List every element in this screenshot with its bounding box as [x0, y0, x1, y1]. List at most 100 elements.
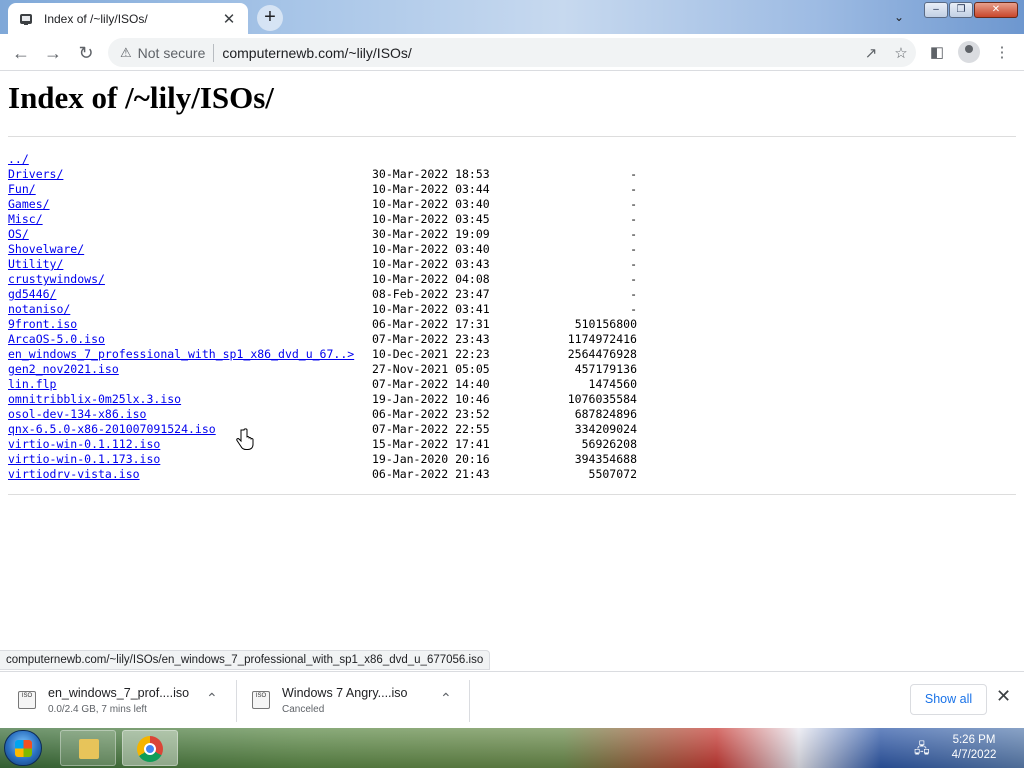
taskbar-chrome-button[interactable] [122, 730, 178, 766]
system-clock[interactable]: 5:26 PM 4/7/2022 [944, 733, 1004, 763]
download-shelf: ISO en_windows_7_prof....iso 0.0/2.4 GB,… [0, 671, 1024, 728]
directory-listing: ../ Drivers/30-Mar-2022 18:53 - Fun/10-Mar… [8, 152, 637, 482]
chevron-up-icon[interactable]: ⌃ [440, 690, 452, 707]
entry-date: 06-Mar-2022 21:43 [372, 467, 490, 481]
entry-link[interactable]: gd5446/ [8, 287, 56, 301]
entry-link[interactable]: lin.flp [8, 377, 56, 391]
top-divider [8, 136, 1016, 137]
tab-close-icon[interactable]: ✕ [220, 10, 238, 28]
download-item[interactable]: ISO Windows 7 Angry....iso Canceled ⌃ [252, 678, 462, 722]
parent-directory-link[interactable]: ../ [8, 152, 29, 166]
entry-link[interactable]: Utility/ [8, 257, 63, 271]
clock-time: 5:26 PM [952, 734, 996, 746]
entry-size: 457179136 [574, 362, 637, 376]
address-bar[interactable]: ⚠ Not secure computernewb.com/~lily/ISOs… [108, 38, 916, 67]
restore-button[interactable]: ❐ [949, 2, 973, 18]
table-row: OS/30-Mar-2022 19:09 - [8, 227, 637, 242]
table-row: qnx-6.5.0-x86-201007091524.iso 07-Mar-202… [8, 422, 637, 437]
entry-link[interactable]: Drivers/ [8, 167, 63, 181]
entry-link[interactable]: qnx-6.5.0-x86-201007091524.iso [8, 422, 216, 436]
entry-date: 10-Mar-2022 04:08 [372, 272, 490, 286]
entry-date: 10-Mar-2022 03:40 [372, 197, 490, 211]
show-all-button[interactable]: Show all [910, 684, 987, 715]
close-icon[interactable]: ✕ [996, 686, 1011, 707]
back-arrow-icon[interactable]: ← [8, 40, 34, 66]
table-row: Drivers/30-Mar-2022 18:53 - [8, 167, 637, 182]
forward-arrow-icon[interactable]: → [40, 40, 66, 66]
windows-taskbar [0, 728, 1024, 768]
entry-date: 19-Jan-2020 20:16 [372, 452, 490, 466]
minimize-button[interactable]: – [924, 2, 948, 18]
page-title: Index of /~lily/ISOs/ [8, 80, 274, 115]
entry-link[interactable]: virtio-win-0.1.173.iso [8, 452, 160, 466]
entry-size: 5507072 [588, 467, 637, 481]
download-status: 0.0/2.4 GB, 7 mins left [48, 703, 147, 715]
reload-icon[interactable]: ↻ [73, 40, 99, 66]
chevron-up-icon[interactable]: ⌃ [206, 690, 218, 707]
taskbar-explorer-button[interactable] [60, 730, 116, 766]
browser-title-bar: Index of /~lily/ISOs/ ✕ + ⌄ – ❐ ✕ [0, 0, 1024, 34]
share-icon[interactable]: ↗ [856, 44, 886, 62]
entry-size: - [630, 167, 637, 181]
menu-kebab-icon[interactable]: ⋮ [989, 40, 1015, 66]
entry-link[interactable]: OS/ [8, 227, 29, 241]
security-label[interactable]: Not secure [138, 45, 206, 61]
entry-date: 06-Mar-2022 17:31 [372, 317, 490, 331]
entry-link[interactable]: Fun/ [8, 182, 36, 196]
entry-link[interactable]: omnitribblix-0m25lx.3.iso [8, 392, 181, 406]
entry-link[interactable]: ArcaOS-5.0.iso [8, 332, 105, 346]
entry-size: - [630, 242, 637, 256]
table-row: ArcaOS-5.0.iso 07-Mar-2022 23:43 117497241… [8, 332, 637, 347]
entry-size: - [630, 272, 637, 286]
window-close-button[interactable]: ✕ [974, 2, 1018, 18]
entry-date: 30-Mar-2022 19:09 [372, 227, 490, 241]
entry-size: 1474560 [588, 377, 637, 391]
windows-start-icon[interactable] [4, 730, 42, 766]
entry-link[interactable]: virtio-win-0.1.112.iso [8, 437, 160, 451]
star-icon[interactable]: ☆ [886, 44, 916, 62]
table-row: en_windows_7_professional_with_sp1_x86_d… [8, 347, 637, 362]
entry-link[interactable]: Games/ [8, 197, 50, 211]
entry-size: 687824896 [574, 407, 637, 421]
table-row: virtio-win-0.1.112.iso 15-Mar-2022 17:41 5… [8, 437, 637, 452]
entry-date: 10-Mar-2022 03:41 [372, 302, 490, 316]
entry-link[interactable]: Misc/ [8, 212, 43, 226]
download-divider [236, 680, 237, 722]
browser-tab-active[interactable]: Index of /~lily/ISOs/ ✕ [8, 3, 248, 34]
entry-size: 1076035584 [567, 392, 637, 406]
new-tab-button[interactable]: + [257, 5, 283, 31]
profile-icon[interactable] [958, 41, 980, 63]
entry-link[interactable]: 9front.iso [8, 317, 77, 331]
entry-size: - [630, 287, 637, 301]
clock-date: 4/7/2022 [951, 749, 997, 761]
entry-link[interactable]: virtiodrv-vista.iso [8, 467, 140, 481]
entry-date: 10-Mar-2022 03:40 [372, 242, 490, 256]
table-row: lin.flp 07-Mar-2022 14:40 1474560 [8, 377, 637, 392]
side-panel-icon[interactable]: ◧ [924, 40, 950, 66]
bottom-divider [8, 494, 1016, 495]
omnibox-divider [213, 43, 215, 62]
entry-link[interactable]: en_windows_7_professional_with_sp1_x86_d… [8, 347, 354, 361]
page-content: Index of /~lily/ISOs/ ../ Drivers/30-Mar… [0, 72, 1024, 676]
entry-size: - [630, 182, 637, 196]
entry-link[interactable]: notaniso/ [8, 302, 70, 316]
entry-link[interactable]: gen2_nov2021.iso [8, 362, 119, 376]
warning-icon[interactable]: ⚠ [120, 45, 132, 61]
entry-date: 10-Mar-2022 03:43 [372, 257, 490, 271]
entry-link[interactable]: Shovelware/ [8, 242, 84, 256]
table-row: notaniso/10-Mar-2022 03:41 - [8, 302, 637, 317]
network-icon[interactable]: 🖧 [914, 738, 930, 762]
list-item: ../ [8, 152, 354, 167]
entry-link[interactable]: crustywindows/ [8, 272, 105, 286]
download-item[interactable]: ISO en_windows_7_prof....iso 0.0/2.4 GB,… [18, 678, 228, 722]
entry-date: 15-Mar-2022 17:41 [372, 437, 490, 451]
entry-date: 30-Mar-2022 18:53 [372, 167, 490, 181]
chrome-icon [137, 736, 163, 762]
url-text[interactable]: computernewb.com/~lily/ISOs/ [222, 45, 856, 61]
entry-size: 334209024 [574, 422, 637, 436]
tab-search-chevron-icon[interactable]: ⌄ [888, 6, 910, 28]
download-divider [469, 680, 470, 722]
folder-icon [79, 739, 99, 759]
entry-size: - [630, 227, 637, 241]
entry-link[interactable]: osol-dev-134-x86.iso [8, 407, 146, 421]
